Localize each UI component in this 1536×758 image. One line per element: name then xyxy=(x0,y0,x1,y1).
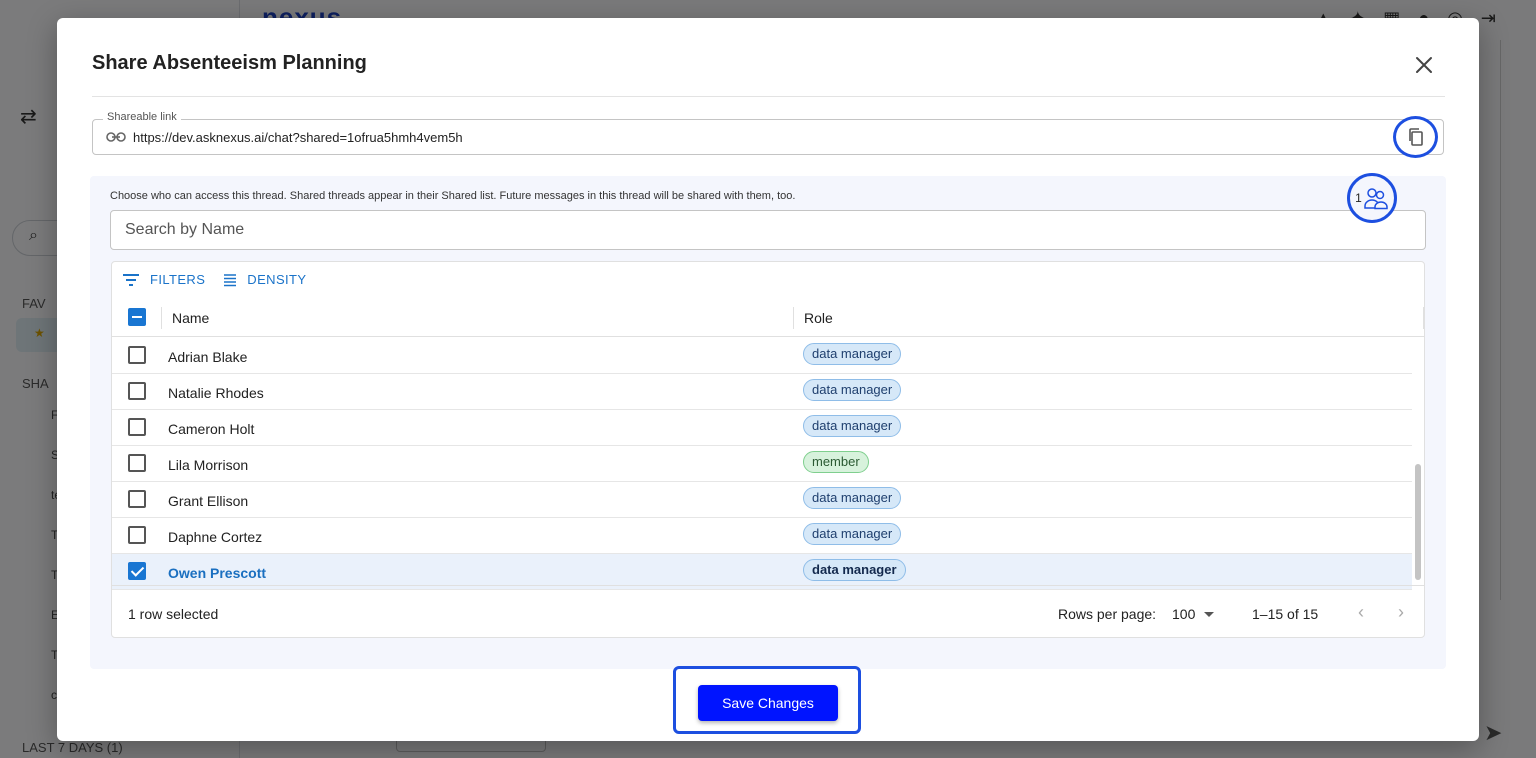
column-header-name[interactable]: Name xyxy=(172,310,209,326)
row-checkbox[interactable] xyxy=(128,346,146,364)
row-checkbox[interactable] xyxy=(128,490,146,508)
grid-rows: Adrian Blake data manager Natalie Rhodes… xyxy=(112,338,1412,590)
column-separator xyxy=(161,307,162,329)
save-changes-button[interactable]: Save Changes xyxy=(698,685,838,721)
column-separator[interactable] xyxy=(793,307,794,329)
density-label: DENSITY xyxy=(247,272,307,287)
selected-rows-count: 1 row selected xyxy=(128,606,219,622)
row-checkbox[interactable] xyxy=(128,526,146,544)
row-name: Daphne Cortez xyxy=(168,529,263,545)
row-checkbox[interactable] xyxy=(128,562,146,580)
grid-footer: 1 row selected Rows per page: 100 1–15 o… xyxy=(112,585,1424,637)
grid-scrollbar-thumb[interactable] xyxy=(1415,464,1421,580)
shareable-link-url: https://dev.asknexus.ai/chat?shared=1ofr… xyxy=(133,130,463,145)
row-name: Grant Ellison xyxy=(168,493,249,509)
users-data-grid: FILTERS DENSITY Name Role Adrian Blake d… xyxy=(111,261,1425,638)
row-name: Owen Prescott xyxy=(168,565,267,581)
role-chip: data manager xyxy=(803,379,902,401)
rows-per-page-select[interactable]: 100 xyxy=(1172,606,1195,622)
row-checkbox[interactable] xyxy=(128,418,146,436)
row-checkbox[interactable] xyxy=(128,454,146,472)
filters-button[interactable]: FILTERS xyxy=(122,272,205,287)
grid-header-row: Name Role xyxy=(112,301,1424,337)
close-icon xyxy=(1416,57,1432,73)
rows-per-page-label: Rows per page: xyxy=(1058,606,1157,622)
close-button[interactable] xyxy=(1411,52,1437,78)
row-name: Natalie Rhodes xyxy=(168,385,264,401)
copy-icon xyxy=(1408,128,1423,146)
filter-icon xyxy=(123,273,139,286)
density-icon xyxy=(224,273,237,286)
shared-users-count: 1 xyxy=(1355,191,1362,205)
share-help-text: Choose who can access this thread. Share… xyxy=(110,190,796,202)
table-row[interactable]: Lila Morrison member xyxy=(112,446,1412,482)
pagination-range: 1–15 of 15 xyxy=(1252,606,1319,622)
shareable-link-label: Shareable link xyxy=(103,111,181,123)
group-icon xyxy=(1364,188,1388,210)
table-row[interactable]: Daphne Cortez data manager xyxy=(112,518,1412,554)
role-chip: data manager xyxy=(803,523,902,545)
link-icon xyxy=(106,132,126,142)
role-chip: data manager xyxy=(803,343,902,365)
previous-page-button[interactable]: ‹ xyxy=(1358,602,1364,623)
search-by-name-field[interactable] xyxy=(110,210,1426,250)
role-chip: data manager xyxy=(803,559,906,581)
row-name: Cameron Holt xyxy=(168,421,255,437)
shared-users-button[interactable]: 1 xyxy=(1347,173,1397,223)
row-name: Lila Morrison xyxy=(168,457,249,473)
copy-link-button[interactable] xyxy=(1393,116,1438,158)
dialog-title: Share Absenteeism Planning xyxy=(92,52,367,74)
table-row[interactable]: Cameron Holt data manager xyxy=(112,410,1412,446)
role-chip: data manager xyxy=(803,415,902,437)
share-access-panel: Choose who can access this thread. Share… xyxy=(90,176,1446,669)
next-page-button[interactable]: › xyxy=(1398,602,1404,623)
grid-scrollbar[interactable] xyxy=(1412,338,1424,584)
column-separator xyxy=(1423,307,1424,329)
select-all-checkbox[interactable] xyxy=(128,308,146,326)
share-dialog: Share Absenteeism Planning Shareable lin… xyxy=(57,18,1479,741)
table-row[interactable]: Natalie Rhodes data manager xyxy=(112,374,1412,410)
search-input[interactable] xyxy=(111,211,1425,249)
row-name: Adrian Blake xyxy=(168,349,248,365)
filters-label: FILTERS xyxy=(150,272,206,287)
grid-toolbar: FILTERS DENSITY xyxy=(122,272,306,287)
chevron-down-icon[interactable] xyxy=(1204,612,1214,617)
row-checkbox[interactable] xyxy=(128,382,146,400)
role-chip: data manager xyxy=(803,487,902,509)
title-divider xyxy=(92,96,1445,97)
column-header-role[interactable]: Role xyxy=(804,310,833,326)
density-button[interactable]: DENSITY xyxy=(223,272,306,287)
shareable-link-field[interactable]: Shareable link https://dev.asknexus.ai/c… xyxy=(92,111,1444,155)
table-row[interactable]: Grant Ellison data manager xyxy=(112,482,1412,518)
table-row[interactable]: Adrian Blake data manager xyxy=(112,338,1412,374)
role-chip: member xyxy=(803,451,869,473)
